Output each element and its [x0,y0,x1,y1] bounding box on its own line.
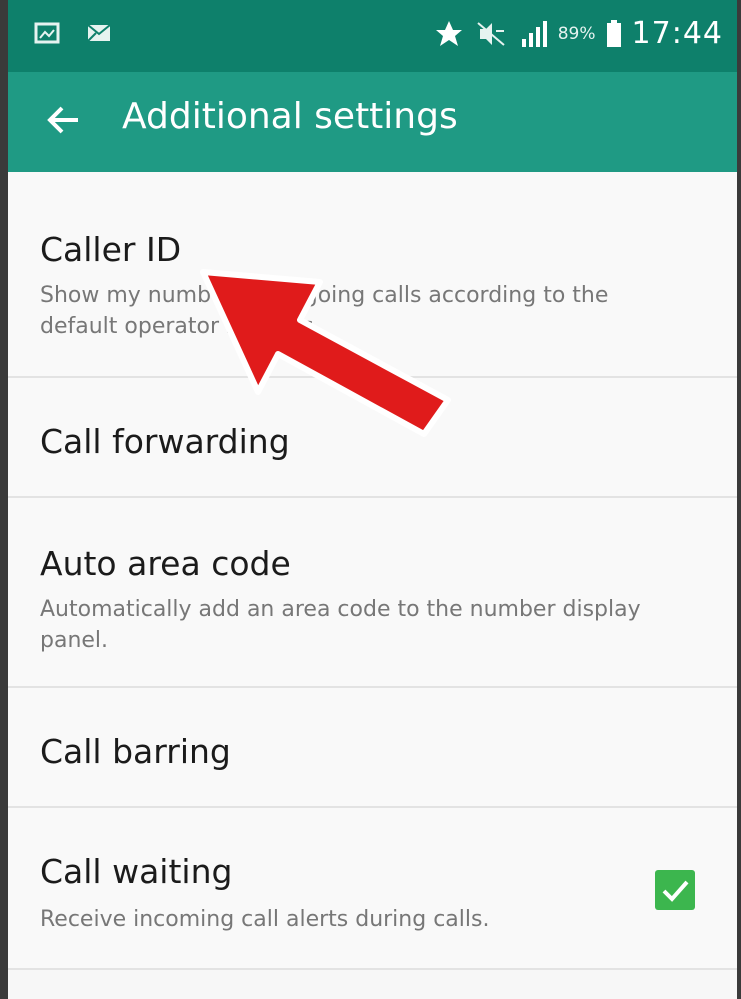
setting-title: Caller ID [40,230,182,269]
checkmark-icon [662,880,689,902]
setting-title: Call waiting [40,852,233,891]
setting-call-forwarding[interactable]: Call forwarding [8,378,737,498]
setting-subtitle: Automatically add an area code to the nu… [40,597,641,653]
setting-title: Auto area code [40,544,291,583]
star-icon [435,20,462,46]
setting-subtitle: Show my number in outgoing calls accordi… [40,283,609,339]
setting-title: Call barring [40,732,231,771]
setting-title: Call forwarding [40,422,290,461]
setting-call-waiting[interactable]: Call waiting Receive incoming call alert… [8,808,737,970]
setting-subtitle: Receive incoming call alerts during call… [40,907,490,932]
signal-icon [521,20,547,47]
arrow-left-icon[interactable] [44,100,84,140]
page-title: Additional settings [122,96,458,137]
call-waiting-checkbox[interactable] [655,870,695,910]
setting-auto-area-code[interactable]: Auto area code Automatically add an area… [8,498,737,688]
setting-call-barring[interactable]: Call barring [8,688,737,808]
mail-notification-icon [87,24,111,42]
status-bar: 89% 17:44 [8,0,737,72]
setting-caller-id[interactable]: Caller ID Show my number in outgoing cal… [8,172,737,378]
mute-icon [477,21,505,46]
battery-percent: 89% [557,23,596,44]
battery-icon [606,19,621,47]
phone-screen: 89% 17:44 Additional settings Caller ID … [8,0,737,999]
image-notification-icon [34,22,60,44]
app-bar: Additional settings [8,72,737,172]
clock: 17:44 [631,16,723,51]
settings-list: Caller ID Show my number in outgoing cal… [8,172,737,970]
